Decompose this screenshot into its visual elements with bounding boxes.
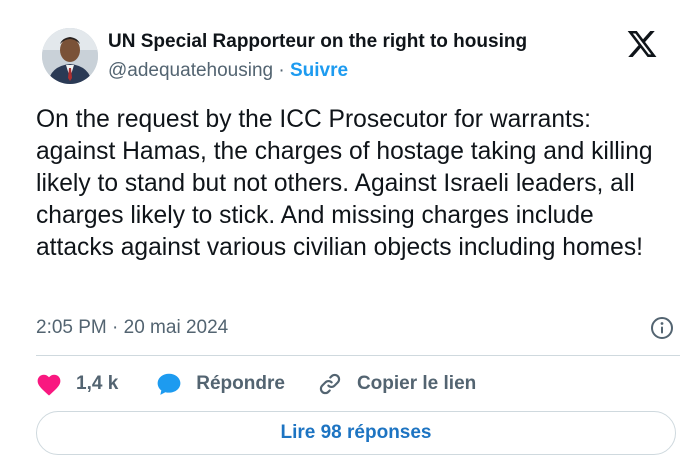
tweet-card: UN Special Rapporteur on the right to ho… xyxy=(0,0,700,475)
handle-separator: · xyxy=(278,60,285,81)
tweet-text: On the request by the ICC Prosecutor for… xyxy=(36,106,653,261)
follow-button[interactable]: Suivre xyxy=(290,60,348,81)
link-icon xyxy=(317,371,343,397)
author-names: UN Special Rapporteur on the right to ho… xyxy=(108,30,527,83)
reply-label: Répondre xyxy=(196,373,285,394)
read-replies-button[interactable]: Lire 98 réponses xyxy=(36,411,676,455)
copy-link-button[interactable]: Copier le lien xyxy=(317,371,476,397)
info-icon[interactable] xyxy=(650,316,674,340)
reply-button[interactable]: Répondre xyxy=(156,372,285,396)
tweet-header: UN Special Rapporteur on the right to ho… xyxy=(36,26,680,90)
speech-bubble-icon xyxy=(156,372,182,396)
like-count: 1,4 k xyxy=(76,373,119,394)
tweet-timestamp[interactable]: 2:05 PM · 20 mai 2024 xyxy=(36,316,228,340)
action-bar: 1,4 k Répondre Copier le lien xyxy=(36,370,476,398)
author-display-name[interactable]: UN Special Rapporteur on the right to ho… xyxy=(108,30,527,54)
x-logo-icon[interactable] xyxy=(626,28,658,60)
heart-icon xyxy=(36,372,62,396)
author-handle[interactable]: @adequatehousing xyxy=(108,60,273,81)
divider xyxy=(36,355,680,356)
like-button[interactable]: 1,4 k xyxy=(36,372,118,396)
copy-link-label: Copier le lien xyxy=(356,373,477,394)
handle-row: @adequatehousing · Suivre xyxy=(108,59,527,83)
avatar[interactable] xyxy=(42,28,98,84)
